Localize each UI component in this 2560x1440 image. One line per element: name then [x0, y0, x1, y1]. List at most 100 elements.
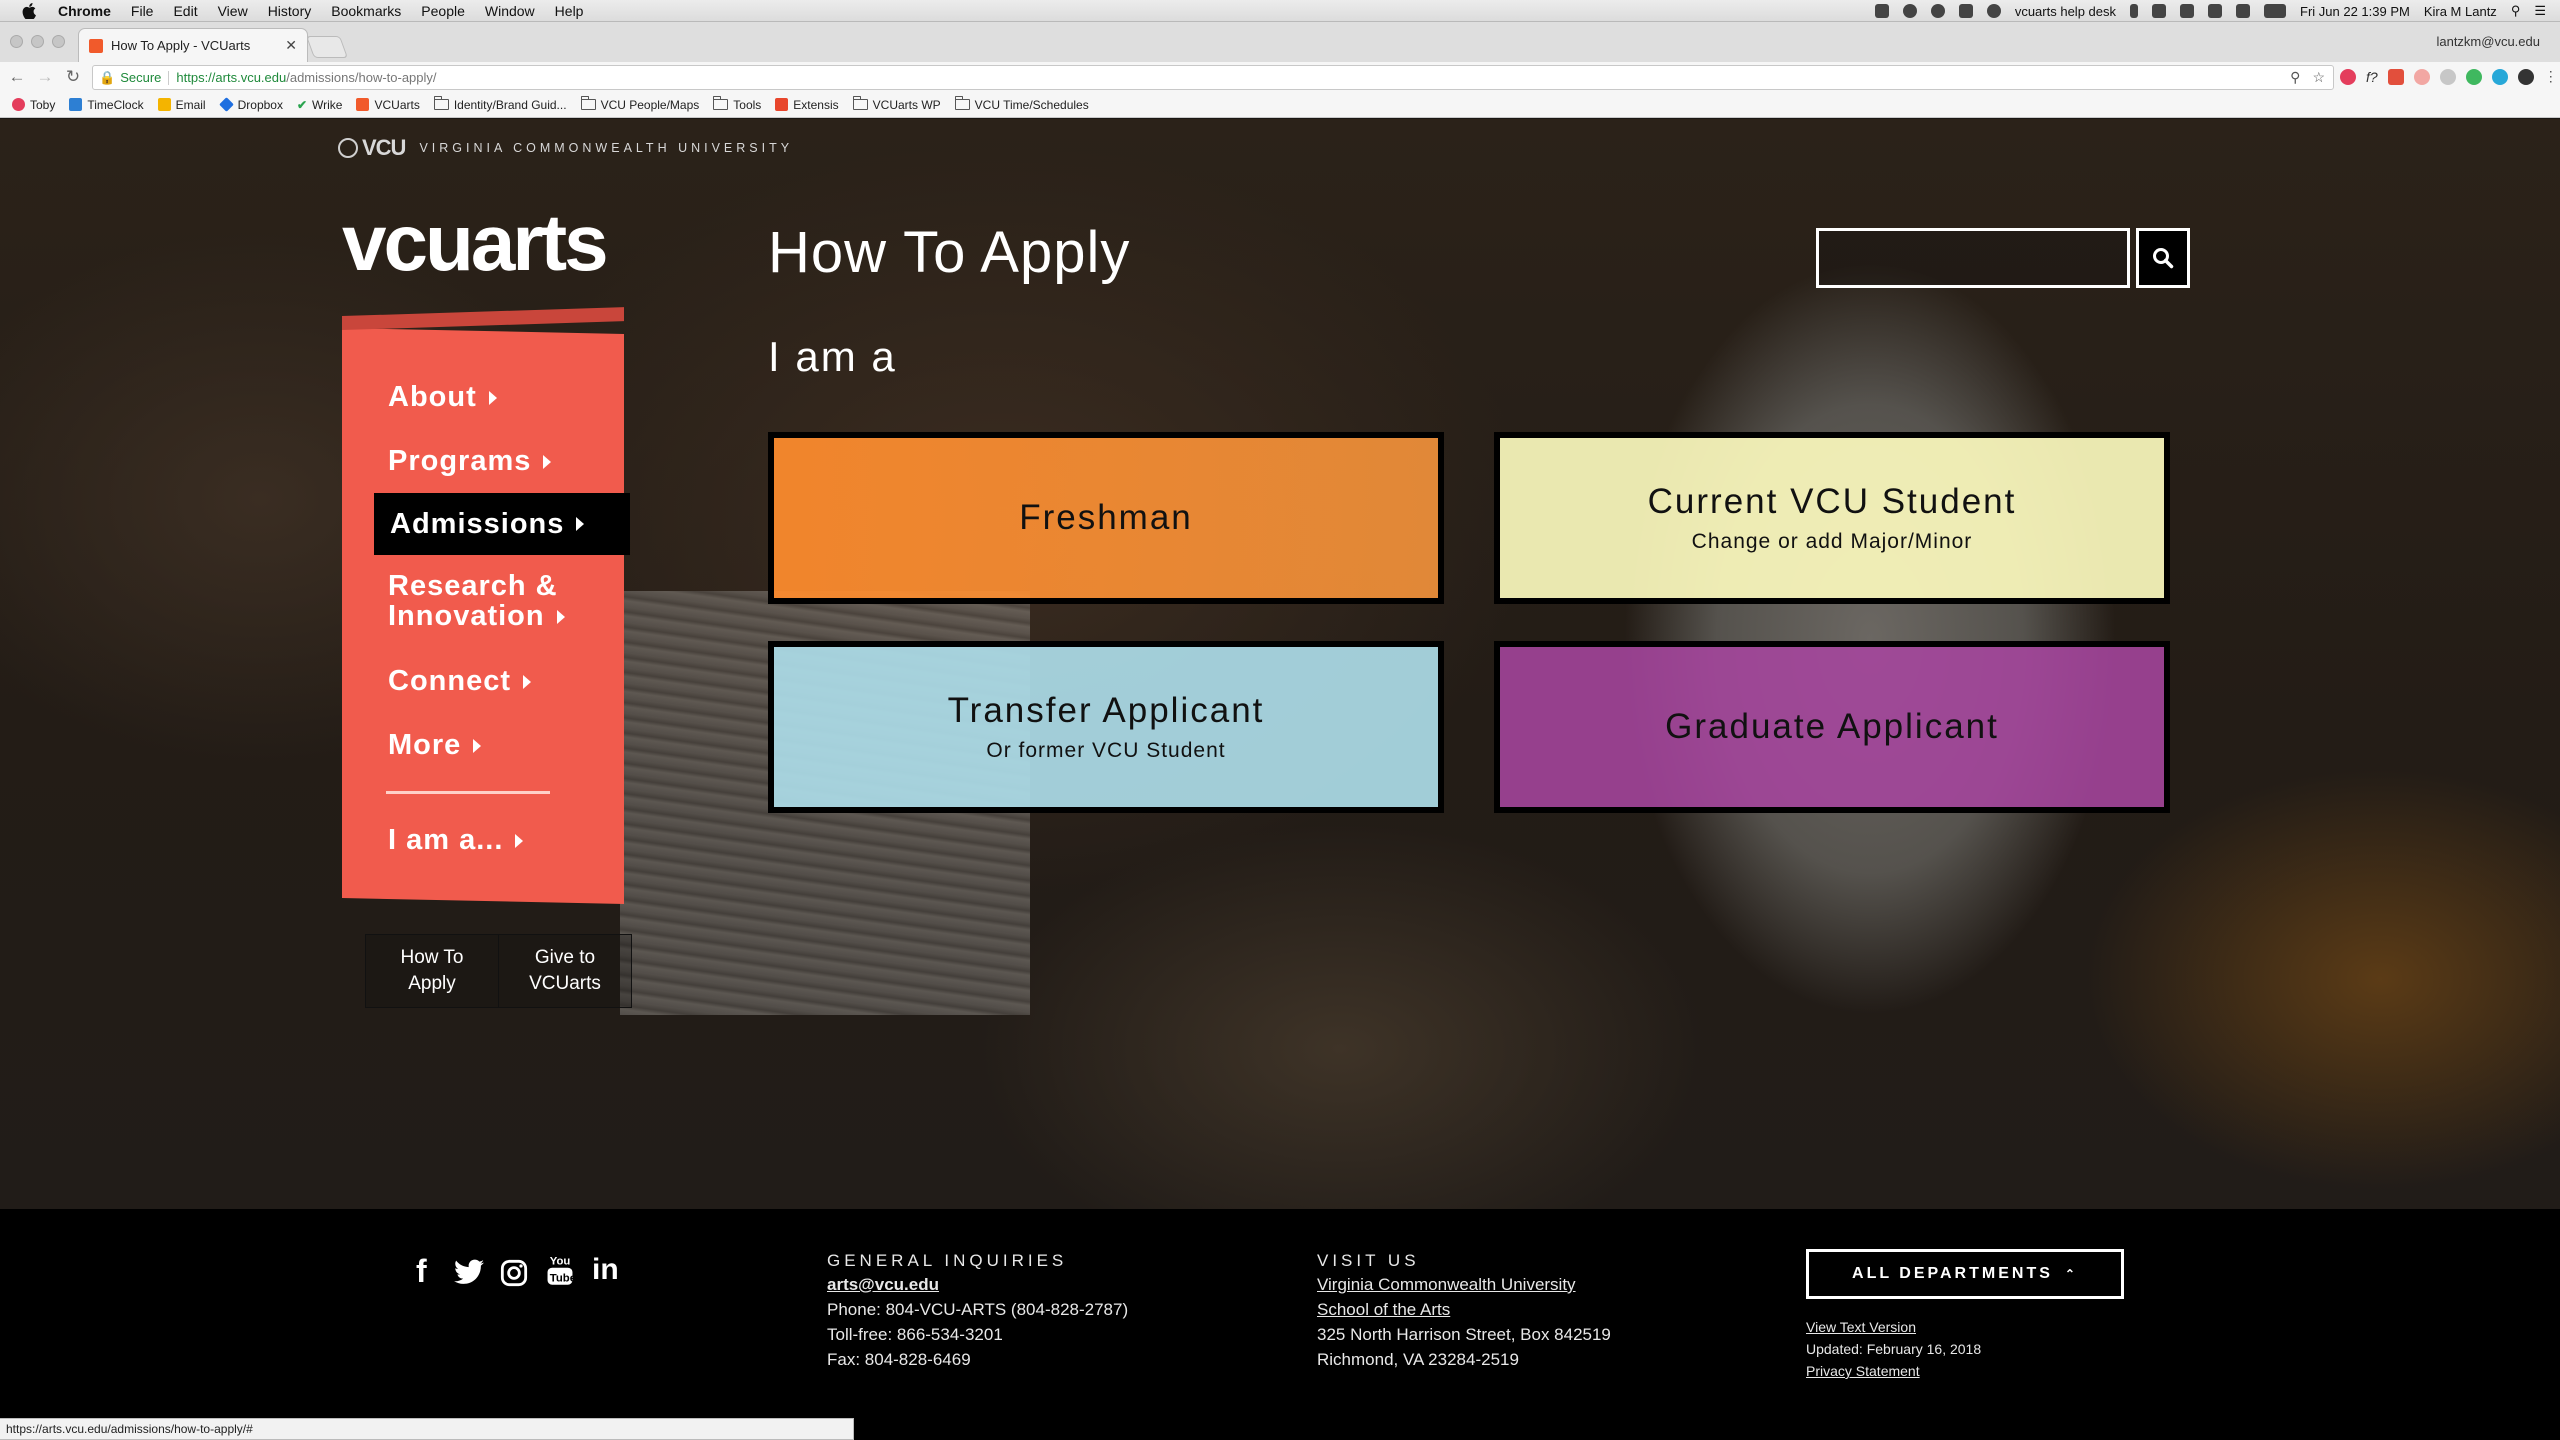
bookmark-folder-tools[interactable]: Tools — [713, 96, 761, 112]
give-to-vcuarts-button[interactable]: Give to VCUarts — [498, 934, 632, 1008]
chrome-toolbar: ← → ↻ 🔒 Secure https://arts.vcu.edu/admi… — [0, 62, 2560, 92]
battery-icon[interactable] — [2264, 4, 2286, 18]
facebook-icon[interactable]: f — [416, 1253, 427, 1290]
linkedin-icon[interactable]: in — [592, 1253, 619, 1287]
menu-bookmarks[interactable]: Bookmarks — [321, 3, 411, 19]
bookmark-star-icon[interactable]: ☆ — [2312, 69, 2325, 86]
time-machine-icon[interactable] — [2152, 4, 2166, 18]
vcuarts-logo[interactable]: vcuarts — [342, 203, 609, 283]
menu-app-name[interactable]: Chrome — [48, 3, 121, 19]
zoom-icon[interactable]: ⚲ — [2290, 69, 2300, 86]
extension-badge-icon[interactable] — [2387, 68, 2404, 85]
address-bar[interactable]: 🔒 Secure https://arts.vcu.edu/admissions… — [92, 65, 2334, 90]
all-departments-label: ALL DEPARTMENTS — [1852, 1265, 2053, 1282]
bookmark-vcuarts[interactable]: VCUarts — [356, 98, 420, 112]
nav-item-programs[interactable]: Programs — [388, 445, 552, 478]
bookmark-label: Wrike — [312, 97, 343, 112]
extension-pink-icon[interactable] — [2413, 68, 2430, 85]
instagram-icon[interactable] — [500, 1259, 528, 1294]
nav-item-more[interactable]: More — [388, 729, 482, 762]
bookmark-folder-identity[interactable]: Identity/Brand Guid... — [433, 96, 567, 112]
window-minimize-button[interactable] — [31, 35, 44, 48]
bookmark-folder-time[interactable]: VCU Time/Schedules — [954, 96, 1089, 112]
extension-blue-icon[interactable] — [2491, 68, 2508, 85]
email-link[interactable]: arts@vcu.edu — [827, 1275, 939, 1295]
card-graduate-applicant[interactable]: Graduate Applicant — [1494, 641, 2170, 813]
profile-email[interactable]: lantzkm@vcu.edu — [2436, 34, 2540, 49]
reload-icon[interactable]: ↻ — [62, 67, 84, 87]
status-dropbox-icon[interactable] — [1930, 4, 1945, 18]
menu-people[interactable]: People — [411, 3, 475, 19]
school-of-arts-link[interactable]: School of the Arts — [1317, 1300, 1450, 1320]
nav-item-admissions[interactable]: Admissions — [374, 493, 630, 555]
menu-history[interactable]: History — [258, 3, 322, 19]
university-name: VIRGINIA COMMONWEALTH UNIVERSITY — [419, 141, 794, 155]
privacy-link[interactable]: Privacy Statement — [1806, 1363, 1920, 1379]
tollfree-text: Toll-free: 866-534-3201 — [827, 1325, 1003, 1344]
volume-icon[interactable] — [2236, 4, 2250, 18]
chevron-right-icon — [576, 517, 585, 531]
how-to-apply-button[interactable]: How To Apply — [365, 934, 499, 1008]
search-button[interactable] — [2136, 228, 2190, 288]
extension-green-icon[interactable] — [2465, 68, 2482, 85]
status-sync-icon[interactable] — [1902, 4, 1917, 18]
extension-toby-icon[interactable] — [2340, 68, 2356, 85]
search-input[interactable] — [1816, 228, 2130, 288]
vcuarts-favicon-icon — [89, 38, 103, 53]
card-freshman[interactable]: Freshman — [768, 432, 1444, 604]
bookmark-wrike[interactable]: ✔ Wrike — [297, 98, 343, 112]
bookmark-timeclock[interactable]: TimeClock — [69, 98, 144, 112]
bookmark-toby[interactable]: Toby — [12, 98, 55, 112]
helpdesk-label[interactable]: vcuarts help desk — [2015, 4, 2116, 19]
status-helpdesk-icon[interactable] — [1986, 4, 2001, 18]
card-transfer-applicant[interactable]: Transfer Applicant Or former VCU Student — [768, 641, 1444, 813]
notification-center-icon[interactable]: ☰ — [2534, 3, 2546, 19]
extension-dark-icon[interactable] — [2517, 68, 2534, 85]
menu-window[interactable]: Window — [475, 3, 545, 19]
extension-grey-icon[interactable] — [2439, 68, 2456, 85]
youtube-icon[interactable]: You Tube — [546, 1253, 576, 1294]
vcu-mark: VCU — [362, 135, 406, 160]
status-shield-icon[interactable] — [1958, 4, 1973, 18]
browser-tab[interactable]: How To Apply - VCUarts ✕ — [78, 28, 308, 62]
chrome-menu-icon[interactable]: ⋮ — [2544, 68, 2558, 85]
updated-text: Updated: February 16, 2018 — [1806, 1341, 1982, 1357]
vcu-link[interactable]: Virginia Commonwealth University — [1317, 1275, 1576, 1295]
twitter-icon[interactable] — [454, 1259, 484, 1292]
user-name[interactable]: Kira M Lantz — [2424, 4, 2497, 19]
clock[interactable]: Fri Jun 22 1:39 PM — [2300, 4, 2410, 19]
nav-item-research[interactable]: Research & Innovation — [388, 571, 565, 632]
forward-arrow-icon[interactable]: → — [34, 67, 56, 87]
nav-item-about[interactable]: About — [388, 381, 497, 414]
bookmark-email[interactable]: Email — [157, 98, 206, 112]
menu-view[interactable]: View — [208, 3, 258, 19]
window-close-button[interactable] — [10, 35, 23, 48]
bookmark-folder-people[interactable]: VCU People/Maps — [580, 96, 699, 112]
menu-help[interactable]: Help — [545, 3, 594, 19]
menu-file[interactable]: File — [121, 3, 164, 19]
back-arrow-icon[interactable]: ← — [6, 67, 28, 87]
page-title: How To Apply — [768, 220, 1131, 285]
extension-font-icon[interactable]: f? — [2366, 69, 2378, 85]
new-tab-button[interactable] — [305, 36, 349, 58]
status-app-icon[interactable] — [1874, 4, 1889, 18]
vcu-university-bar[interactable]: VCU VIRGINIA COMMONWEALTH UNIVERSITY — [338, 135, 793, 161]
bookmark-extensis[interactable]: Extensis — [775, 98, 839, 112]
card-current-vcu-student[interactable]: Current VCU Student Change or add Major/… — [1494, 432, 2170, 604]
nav-item-connect[interactable]: Connect — [388, 665, 531, 698]
airplay-icon[interactable] — [2208, 4, 2222, 18]
window-zoom-button[interactable] — [52, 35, 65, 48]
bluetooth-icon[interactable] — [2130, 4, 2138, 18]
nav-label: Connect — [388, 665, 511, 697]
tab-close-icon[interactable]: ✕ — [285, 37, 297, 54]
bookmark-dropbox[interactable]: Dropbox — [218, 97, 283, 112]
nav-item-i-am-a[interactable]: I am a... — [388, 824, 524, 857]
spotlight-icon[interactable]: ⚲ — [2511, 3, 2521, 19]
menu-edit[interactable]: Edit — [163, 3, 207, 19]
all-departments-button[interactable]: ALL DEPARTMENTS ⌃ — [1806, 1249, 2124, 1299]
bookmark-folder-vcuartswp[interactable]: VCUarts WP — [852, 96, 941, 112]
text-version-link[interactable]: View Text Version — [1806, 1319, 1916, 1335]
apple-icon[interactable] — [20, 2, 38, 20]
bookmark-label: VCUarts WP — [872, 97, 941, 112]
wifi-icon[interactable] — [2180, 4, 2194, 18]
